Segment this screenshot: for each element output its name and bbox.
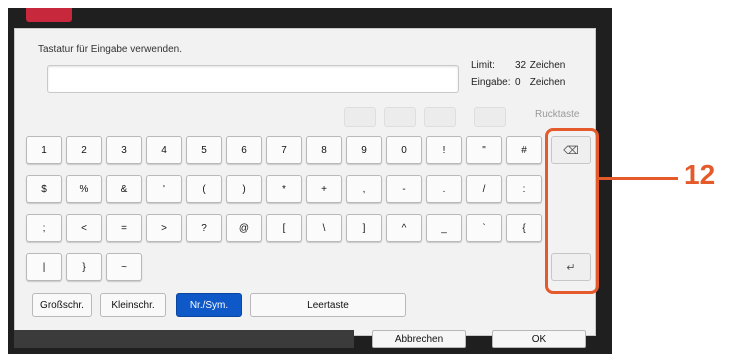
backspace-label: Rucktaste [535,109,580,120]
text-input-field[interactable] [47,65,459,93]
key[interactable]: $ [26,175,62,203]
key[interactable]: 3 [106,136,142,164]
key[interactable]: 8 [306,136,342,164]
key[interactable]: * [266,175,302,203]
key[interactable]: , [346,175,382,203]
key[interactable]: ; [26,214,62,242]
key[interactable]: ( [186,175,222,203]
key[interactable]: 7 [266,136,302,164]
key[interactable]: @ [226,214,262,242]
key[interactable]: ? [186,214,222,242]
key[interactable]: ' [146,175,182,203]
key[interactable]: ` [466,214,502,242]
key[interactable]: & [106,175,142,203]
key[interactable]: < [66,214,102,242]
key[interactable]: / [466,175,502,203]
input-count-value: 0 [515,77,521,88]
key[interactable]: ~ [106,253,142,281]
limit-value: 32 [515,60,527,71]
faint-key [474,107,506,127]
space-button[interactable]: Leertaste [250,293,406,317]
key[interactable]: - [386,175,422,203]
highlight-box [545,128,599,294]
faint-key [344,107,376,127]
instruction-text: Tastatur für Eingabe verwenden. [38,44,182,55]
key[interactable]: . [426,175,462,203]
faint-key [424,107,456,127]
header-tab [26,8,72,22]
limit-line: Limit: 32 Zeichen [471,60,565,71]
key[interactable]: 4 [146,136,182,164]
key[interactable]: 0 [386,136,422,164]
key[interactable]: + [306,175,342,203]
numsym-mode-button[interactable]: Nr./Sym. [176,293,242,317]
faint-key [384,107,416,127]
key[interactable]: 9 [346,136,382,164]
key[interactable]: 2 [66,136,102,164]
key[interactable]: \ [306,214,342,242]
key[interactable]: % [66,175,102,203]
key[interactable]: " [466,136,502,164]
bottom-bar [14,330,354,348]
key[interactable]: ) [226,175,262,203]
key[interactable]: ^ [386,214,422,242]
ok-button[interactable]: OK [492,330,586,348]
uppercase-mode-button[interactable]: Großschr. [32,293,92,317]
cancel-button[interactable]: Abbrechen [372,330,466,348]
key[interactable]: 5 [186,136,222,164]
key[interactable]: = [106,214,142,242]
limit-unit: Zeichen [529,60,566,71]
key[interactable]: 6 [226,136,262,164]
key[interactable]: : [506,175,542,203]
key[interactable]: [ [266,214,302,242]
lowercase-mode-button[interactable]: Kleinschr. [100,293,166,317]
limit-label: Limit: [471,60,495,71]
input-count-unit: Zeichen [529,77,566,88]
key[interactable]: # [506,136,542,164]
key[interactable]: ! [426,136,462,164]
key[interactable]: | [26,253,62,281]
callout-line [598,177,678,180]
key[interactable]: 1 [26,136,62,164]
key[interactable]: { [506,214,542,242]
input-count-line: Eingabe: 0 Zeichen [471,77,565,88]
input-count-label: Eingabe: [471,77,511,88]
key[interactable]: > [146,214,182,242]
key[interactable]: } [66,253,102,281]
key[interactable]: _ [426,214,462,242]
key[interactable]: ] [346,214,382,242]
callout-number: 12 [684,159,716,190]
